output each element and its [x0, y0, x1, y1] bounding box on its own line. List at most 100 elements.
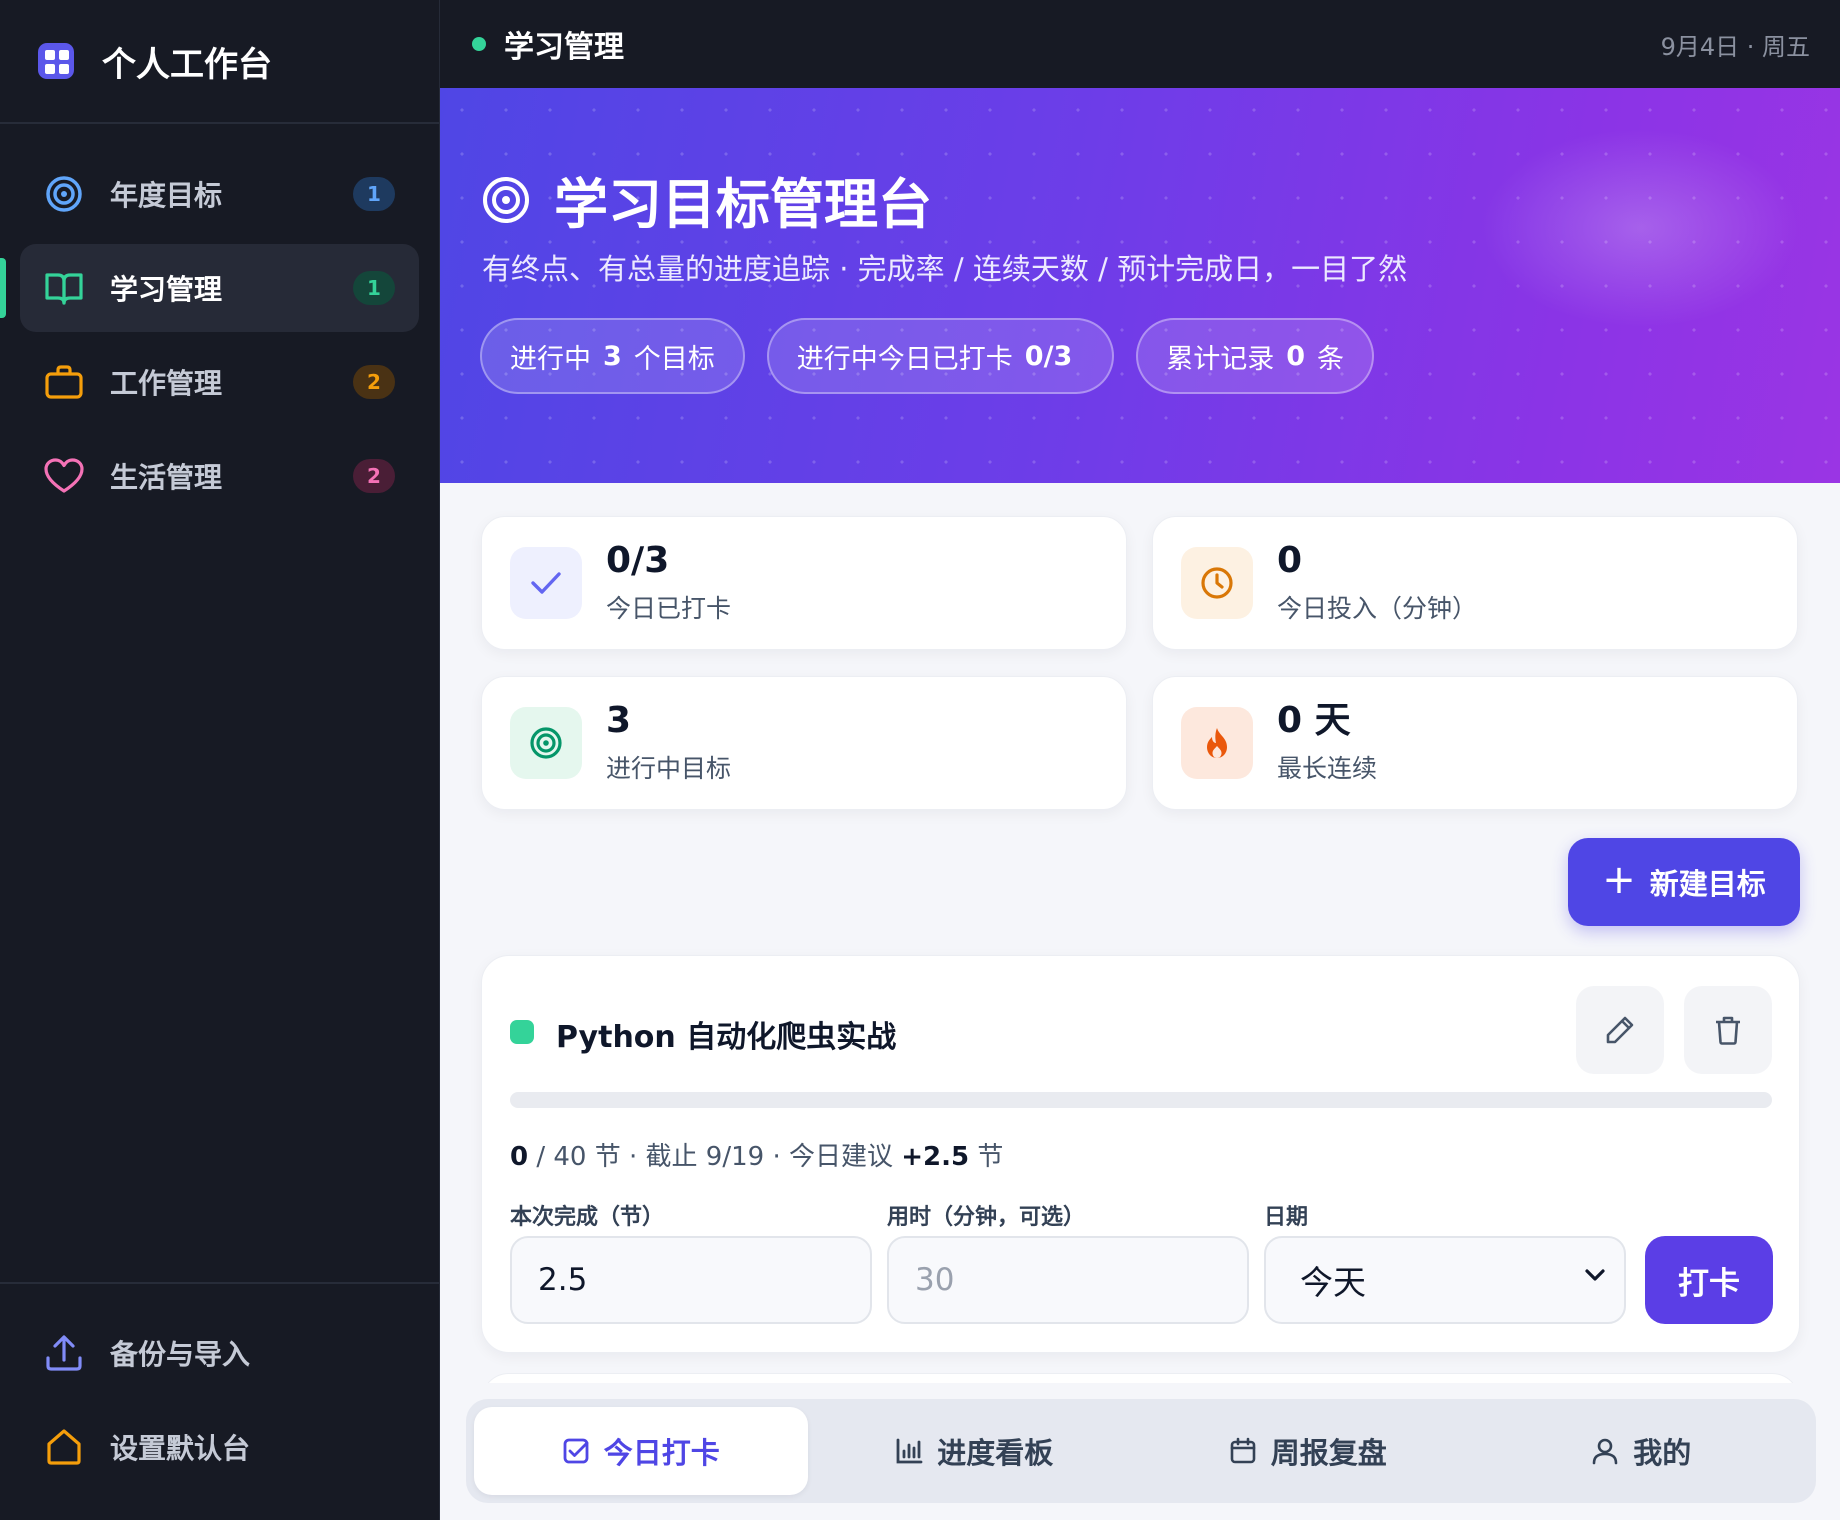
sidebar-bottom: 备份与导入 设置默认台 [0, 1282, 439, 1520]
checkin-button[interactable]: 打卡 [1645, 1236, 1773, 1324]
goal-card: Python 自动化爬虫实战 0 / 40 节 · 截止 9/19 · 今日建议… [481, 955, 1800, 1353]
grid-icon [38, 43, 74, 79]
brand: 个人工作台 [0, 0, 439, 124]
page-title: 学习管理 [504, 30, 624, 65]
hero-subtitle: 有终点、有总量的进度追踪 · 完成率 / 连续天数 / 预计完成日，一目了然 [482, 252, 1408, 286]
tabbar-wrap: 今日打卡 进度看板 周报复盘 我的 [440, 1383, 1840, 1520]
count-badge: 1 [353, 271, 395, 305]
status-dot [472, 37, 486, 51]
tab-profile[interactable]: 我的 [1475, 1407, 1809, 1495]
done-field-label: 本次完成（节） [510, 1205, 665, 1230]
pill-value: 0/3 [1024, 340, 1073, 372]
stat-label: 今日已打卡 [606, 593, 732, 623]
count-badge: 1 [353, 177, 395, 211]
pill-value: 0 [1286, 340, 1306, 372]
check-icon [510, 547, 582, 619]
backup-import-button[interactable]: 备份与导入 [0, 1306, 439, 1400]
goal-meta-text: / 40 节 · 截止 9/19 · 今日建议 [528, 1142, 902, 1172]
date-field-label: 日期 [1264, 1205, 1309, 1230]
pill-total-records: 累计记录 0 条 [1136, 318, 1375, 394]
hero-banner: 学习目标管理台 有终点、有总量的进度追踪 · 完成率 / 连续天数 / 预计完成… [440, 88, 1840, 483]
sidebar-item-label: 工作管理 [110, 367, 223, 400]
delete-goal-button[interactable] [1684, 986, 1772, 1074]
date-select-value: 今天 [1300, 1263, 1366, 1302]
set-default-button[interactable]: 设置默认台 [0, 1400, 439, 1494]
bottom-tabbar: 今日打卡 进度看板 周报复盘 我的 [466, 1399, 1816, 1503]
briefcase-icon [44, 362, 84, 402]
tab-label: 今日打卡 [603, 1436, 720, 1470]
sidebar-item-life[interactable]: 生活管理 2 [20, 432, 419, 520]
stat-card-checked: 0/3 今日已打卡 [481, 516, 1127, 650]
pill-value: 3 [603, 340, 622, 372]
backup-import-label: 备份与导入 [110, 1338, 251, 1371]
goal-done-count: 0 [510, 1142, 529, 1172]
target-icon [483, 176, 529, 223]
stat-label: 最长连续 [1277, 753, 1378, 783]
topbar: 学习管理 9月4日 · 周五 [440, 0, 1840, 88]
stat-card-active-goals: 3 进行中目标 [481, 676, 1127, 810]
hero-title-text: 学习目标管理台 [554, 173, 932, 236]
minutes-input[interactable] [887, 1236, 1249, 1324]
sidebar-item-study[interactable]: 学习管理 1 [0, 244, 419, 332]
chevron-down-icon [1585, 1269, 1605, 1281]
count-badge: 2 [353, 459, 395, 493]
pencil-icon [1606, 1016, 1634, 1044]
flame-icon [1181, 707, 1253, 779]
upload-icon [44, 1333, 84, 1373]
checkbox-icon [563, 1438, 589, 1464]
bar-chart-icon [896, 1438, 923, 1464]
tab-today-checkin[interactable]: 今日打卡 [474, 1407, 808, 1495]
hero-title: 学习目标管理台 [482, 160, 932, 239]
new-goal-button[interactable]: + 新建目标 [1568, 838, 1800, 926]
pill-prefix: 累计记录 [1166, 343, 1275, 375]
date-label: 9月4日 · 周五 [1660, 32, 1810, 61]
stat-label: 今日投入（分钟） [1277, 593, 1478, 623]
user-icon [1592, 1438, 1618, 1465]
sidebar: 个人工作台 年度目标 1 学习管理 1 工作管理 2 生活管理 2 备份与导入 … [0, 0, 440, 1520]
pill-suffix: 个目标 [633, 343, 715, 375]
pill-in-progress: 进行中 3 个目标 [480, 318, 745, 394]
trash-icon [1716, 1016, 1740, 1045]
goal-progress-bar [510, 1092, 1772, 1108]
plus-icon: + [1602, 857, 1636, 903]
stat-value: 0 [1277, 540, 1303, 582]
stat-card-minutes: 0 今日投入（分钟） [1152, 516, 1798, 650]
tab-progress-board[interactable]: 进度看板 [808, 1407, 1142, 1495]
brand-title: 个人工作台 [102, 44, 272, 85]
stat-value: 0/3 [606, 540, 670, 582]
tab-label: 周报复盘 [1270, 1436, 1387, 1470]
pill-suffix: 条 [1317, 343, 1345, 375]
count-badge: 2 [353, 365, 395, 399]
tab-label: 进度看板 [937, 1436, 1054, 1470]
new-goal-label: 新建目标 [1649, 867, 1766, 901]
time-field-label: 用时（分钟，可选） [887, 1205, 1086, 1230]
sidebar-item-work[interactable]: 工作管理 2 [20, 338, 419, 426]
pill-prefix: 进行中今日已打卡 [796, 343, 1013, 375]
target-icon [44, 174, 84, 214]
stat-value: 0 天 [1277, 700, 1351, 742]
goal-color-dot [510, 1020, 534, 1044]
pill-checked-today: 进行中今日已打卡 0/3 [766, 318, 1115, 394]
sidebar-nav: 年度目标 1 学习管理 1 工作管理 2 生活管理 2 [0, 124, 439, 520]
book-icon [44, 268, 84, 308]
sidebar-item-label: 生活管理 [110, 461, 223, 494]
heart-icon [44, 456, 84, 496]
tab-weekly-review[interactable]: 周报复盘 [1141, 1407, 1475, 1495]
edit-goal-button[interactable] [1576, 986, 1664, 1074]
goal-meta: 0 / 40 节 · 截止 9/19 · 今日建议 +2.5 节 [510, 1136, 1003, 1173]
summary-pills: 进行中 3 个目标 进行中今日已打卡 0/3 累计记录 0 条 [480, 318, 1375, 394]
sidebar-item-label: 学习管理 [110, 273, 223, 306]
calendar-icon [1230, 1437, 1256, 1464]
set-default-label: 设置默认台 [110, 1432, 251, 1465]
goal-meta-unit: 节 [969, 1142, 1004, 1172]
stat-card-streak: 0 天 最长连续 [1152, 676, 1798, 810]
pill-prefix: 进行中 [510, 343, 591, 375]
goal-suggest-amount: +2.5 [901, 1142, 970, 1172]
date-select[interactable]: 今天 [1264, 1236, 1626, 1324]
tab-label: 我的 [1633, 1436, 1692, 1470]
target-icon [510, 707, 582, 779]
sidebar-item-annual-goals[interactable]: 年度目标 1 [20, 150, 419, 238]
stat-label: 进行中目标 [606, 753, 732, 783]
done-amount-input[interactable] [510, 1236, 872, 1324]
clock-icon [1181, 547, 1253, 619]
